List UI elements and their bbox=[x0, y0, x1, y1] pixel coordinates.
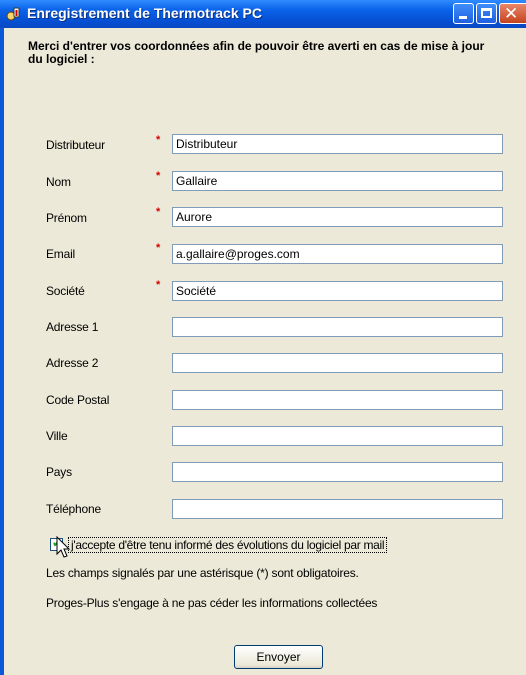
maximize-button[interactable] bbox=[476, 3, 497, 24]
minimize-icon bbox=[459, 16, 467, 19]
mouse-pointer-icon bbox=[56, 536, 71, 558]
code-postal-input[interactable] bbox=[172, 390, 503, 410]
registration-window: Enregistrement de Thermotrack PC ✕ Merci… bbox=[0, 0, 526, 675]
field-label-pays: Pays bbox=[46, 465, 72, 479]
field-label-telephone: Téléphone bbox=[46, 502, 101, 516]
required-asterisk: * bbox=[156, 206, 161, 218]
adresse-1-input[interactable] bbox=[172, 317, 503, 337]
close-button[interactable]: ✕ bbox=[499, 3, 526, 24]
required-fields-note: Les champs signalés par une astérisque (… bbox=[46, 566, 359, 580]
consent-label[interactable]: j'accepte d'être tenu informé des évolut… bbox=[68, 537, 388, 553]
required-asterisk: * bbox=[156, 242, 161, 254]
field-label-ville: Ville bbox=[46, 429, 68, 443]
field-label-code-postal: Code Postal bbox=[46, 393, 110, 407]
prenom-input[interactable] bbox=[172, 207, 503, 227]
thermotrack-app-icon[interactable] bbox=[6, 6, 22, 22]
required-asterisk: * bbox=[156, 134, 161, 146]
intro-text: Merci d'entrer vos coordonnées afin de p… bbox=[28, 39, 485, 66]
societe-input[interactable] bbox=[172, 281, 503, 301]
adresse-2-input[interactable] bbox=[172, 353, 503, 373]
title-bar[interactable]: Enregistrement de Thermotrack PC ✕ bbox=[0, 0, 526, 28]
field-label-societe: Société bbox=[46, 284, 85, 298]
maximize-icon bbox=[481, 8, 492, 18]
field-label-prenom: Prénom bbox=[46, 211, 87, 225]
required-asterisk: * bbox=[156, 279, 161, 291]
minimize-button[interactable] bbox=[453, 3, 474, 24]
field-label-adresse-1: Adresse 1 bbox=[46, 320, 99, 334]
field-label-distributeur: Distributeur bbox=[46, 138, 105, 152]
privacy-note: Proges-Plus s'engage à ne pas céder les … bbox=[46, 596, 378, 610]
required-asterisk: * bbox=[156, 170, 161, 182]
email-input[interactable] bbox=[172, 244, 503, 264]
distributeur-input[interactable] bbox=[172, 134, 503, 154]
field-label-nom: Nom bbox=[46, 175, 71, 189]
field-label-email: Email bbox=[46, 247, 76, 261]
ville-input[interactable] bbox=[172, 426, 503, 446]
window-title: Enregistrement de Thermotrack PC bbox=[27, 5, 262, 21]
field-label-adresse-2: Adresse 2 bbox=[46, 356, 99, 370]
close-icon: ✕ bbox=[504, 4, 519, 23]
pays-input[interactable] bbox=[172, 462, 503, 482]
telephone-input[interactable] bbox=[172, 499, 503, 519]
nom-input[interactable] bbox=[172, 171, 503, 191]
send-button[interactable]: Envoyer bbox=[234, 645, 323, 669]
